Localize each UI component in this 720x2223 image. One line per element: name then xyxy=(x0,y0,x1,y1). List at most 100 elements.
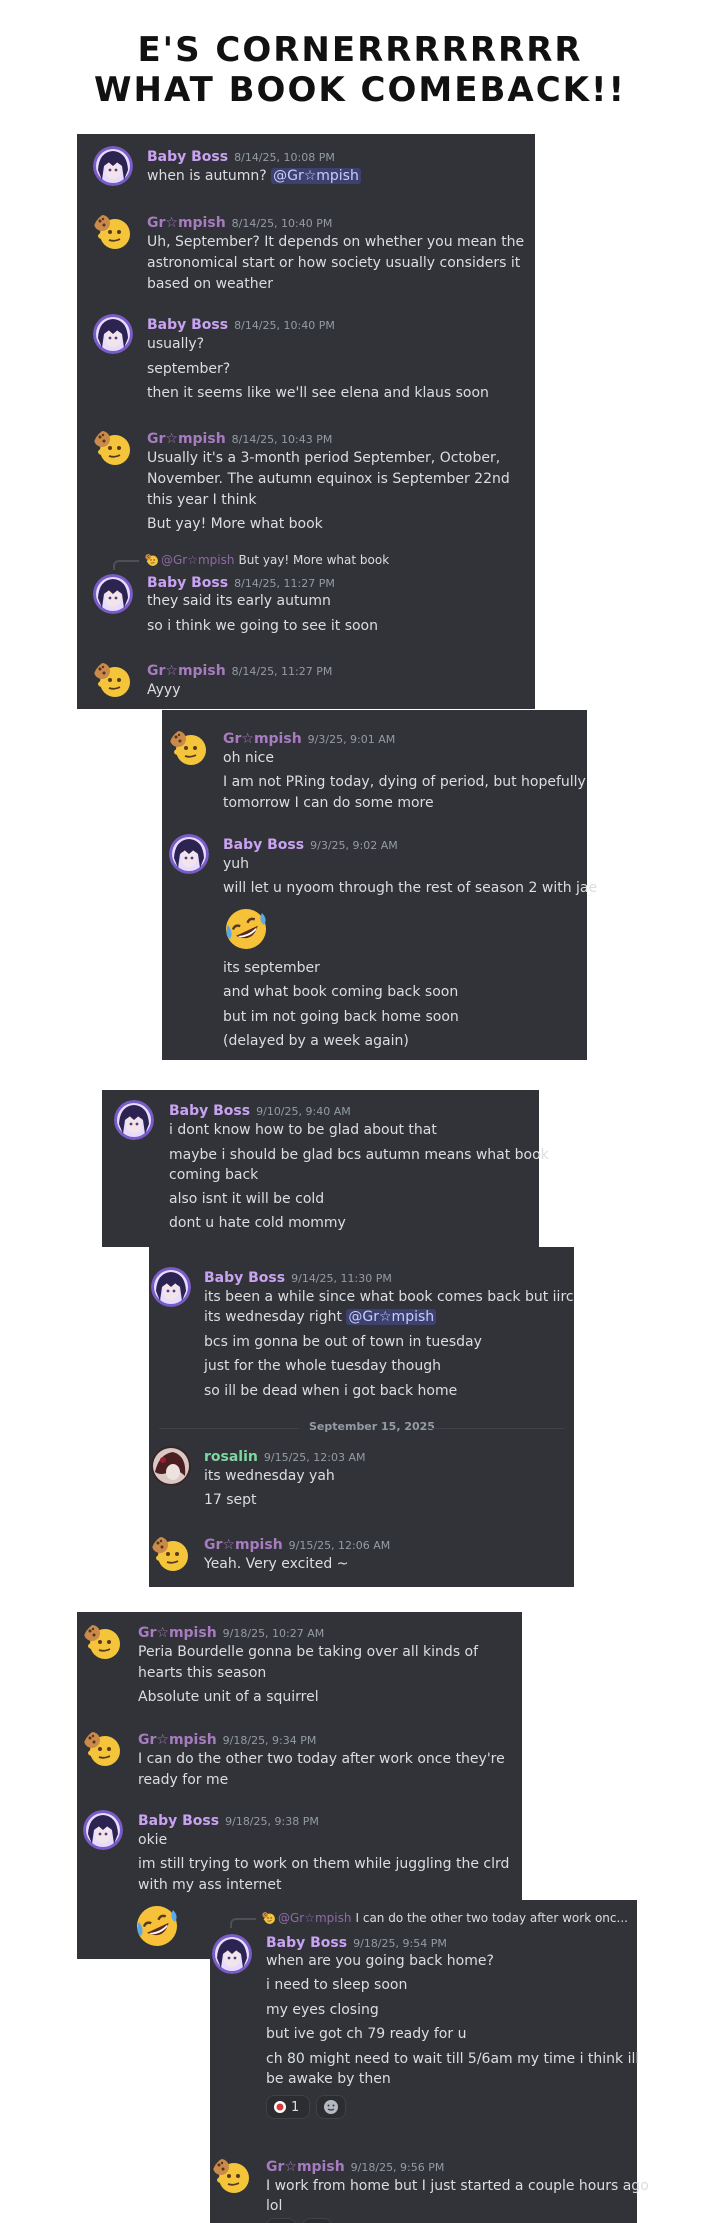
username[interactable]: Baby Boss xyxy=(138,1813,219,1829)
avatar[interactable] xyxy=(114,1100,154,1140)
message-text: But yay! More what book xyxy=(147,516,323,532)
rolling-on-floor-laughing-emoji-icon xyxy=(133,1902,181,1950)
message-text: dont u hate cold mommy xyxy=(169,1215,346,1231)
timestamp: 9/18/25, 10:27 AM xyxy=(222,1627,325,1640)
reply-reference[interactable]: @Gr☆mpish I can do the other two today af… xyxy=(262,1910,628,1926)
username[interactable]: Gr☆mpish xyxy=(204,1537,283,1553)
timestamp: 9/14/25, 11:30 PM xyxy=(291,1272,392,1285)
username[interactable]: Gr☆mpish xyxy=(147,663,226,679)
username[interactable]: Gr☆mpish xyxy=(138,1625,217,1641)
smiley-with-cookie-avatar-icon xyxy=(151,1534,191,1574)
avatar[interactable] xyxy=(169,834,209,874)
user-mention[interactable]: @Gr☆mpish xyxy=(346,1309,437,1325)
title-line-1: E'S CORNERRRRRRRR xyxy=(137,30,583,70)
message-text: will let u nyoom through the rest of sea… xyxy=(223,880,598,896)
reply-username: @Gr☆mpish xyxy=(161,553,235,567)
add-reaction-button[interactable] xyxy=(316,2095,346,2119)
anime-girl-avatar-icon xyxy=(83,1810,123,1850)
message-text: Uh, September? It depends on whether you… xyxy=(147,234,525,250)
message-text: and what book coming back soon xyxy=(223,984,459,1000)
username[interactable]: Baby Boss xyxy=(204,1270,285,1286)
smiley-with-cookie-avatar-icon xyxy=(83,1622,123,1662)
avatar[interactable] xyxy=(83,1729,123,1769)
avatar[interactable] xyxy=(93,146,133,186)
timestamp: 9/10/25, 9:40 AM xyxy=(256,1105,351,1118)
smiley-with-cookie-avatar-icon xyxy=(169,728,209,768)
anime-girl-avatar-icon xyxy=(169,834,209,874)
username[interactable]: Baby Boss xyxy=(147,149,228,165)
username[interactable]: Gr☆mpish xyxy=(147,431,226,447)
reply-username: @Gr☆mpish xyxy=(278,1911,352,1925)
timestamp: 9/3/25, 9:01 AM xyxy=(307,733,396,746)
username[interactable]: Baby Boss xyxy=(147,317,228,333)
smiley-with-cookie-avatar-icon xyxy=(83,1729,123,1769)
username[interactable]: Gr☆mpish xyxy=(266,2159,345,2175)
message-text: ready for me xyxy=(138,1772,229,1788)
message-text: Ayyy xyxy=(147,682,181,698)
avatar[interactable] xyxy=(169,728,209,768)
username[interactable]: Gr☆mpish xyxy=(147,215,226,231)
message-text: so ill be dead when i got back home xyxy=(204,1383,458,1399)
message-text: I am not PRing today, dying of period, b… xyxy=(223,774,586,790)
message-text: tomorrow I can do some more xyxy=(223,795,434,811)
message-text: just for the whole tuesday though xyxy=(204,1358,441,1374)
user-mention[interactable]: @Gr☆mpish xyxy=(271,168,361,184)
reply-reference[interactable]: @Gr☆mpish But yay! More what book xyxy=(145,552,389,568)
message-text: I can do the other two today after work … xyxy=(138,1751,505,1767)
avatar[interactable] xyxy=(212,2156,252,2196)
message-text: i need to sleep soon xyxy=(266,1977,408,1993)
smiley-with-cookie-avatar-icon xyxy=(262,1911,276,1925)
username[interactable]: Baby Boss xyxy=(147,575,228,591)
username[interactable]: Gr☆mpish xyxy=(138,1732,217,1748)
timestamp: 9/18/25, 9:38 PM xyxy=(225,1815,319,1828)
message-text: yuh xyxy=(223,856,250,872)
avatar[interactable] xyxy=(151,1267,191,1307)
message-text: then it seems like we'll see elena and k… xyxy=(147,385,489,401)
message-text: its been a while since what book comes b… xyxy=(204,1289,574,1305)
page-title: E'S CORNERRRRRRRR WHAT BOOK COMEBACK!! xyxy=(0,30,720,110)
avatar[interactable] xyxy=(212,1934,252,1974)
message-text: they said its early autumn xyxy=(147,593,331,609)
reaction-button[interactable] xyxy=(266,2218,296,2223)
chat-screenshot-6: @Gr☆mpish I can do the other two today af… xyxy=(210,1900,649,2223)
title-line-2: WHAT BOOK COMEBACK!! xyxy=(93,70,627,110)
chat-screenshot-4: Baby Boss 9/14/25, 11:30 PM its been a wh… xyxy=(149,1247,574,1587)
message-text: bcs im gonna be out of town in tuesday xyxy=(204,1334,482,1350)
timestamp: 8/14/25, 10:43 PM xyxy=(231,433,333,446)
username[interactable]: Baby Boss xyxy=(223,837,304,853)
message-text: ch 80 might need to wait till 5/6am my t… xyxy=(266,2051,640,2067)
avatar[interactable] xyxy=(151,1534,191,1574)
username[interactable]: rosalin xyxy=(204,1449,258,1465)
timestamp: 9/15/25, 12:03 AM xyxy=(263,1451,366,1464)
message-text: im still trying to work on them while ju… xyxy=(138,1856,510,1872)
avatar[interactable] xyxy=(93,212,133,252)
username[interactable]: Gr☆mpish xyxy=(223,731,302,747)
username[interactable]: Baby Boss xyxy=(169,1103,250,1119)
timestamp: 8/14/25, 10:08 PM xyxy=(234,151,335,164)
message-text: usually? xyxy=(147,336,205,352)
avatar[interactable] xyxy=(93,574,133,614)
red-circle-emoji-icon xyxy=(274,2101,286,2113)
date-divider: September 15, 2025 xyxy=(149,1420,574,1436)
username[interactable]: Baby Boss xyxy=(266,1935,347,1951)
avatar[interactable] xyxy=(93,660,133,700)
timestamp: 9/18/25, 9:34 PM xyxy=(222,1734,317,1747)
reply-connector xyxy=(230,1918,256,1928)
avatar[interactable] xyxy=(93,314,133,354)
message-text: okie xyxy=(138,1832,168,1848)
avatar[interactable] xyxy=(93,428,133,468)
message-text: be awake by then xyxy=(266,2071,391,2087)
avatar[interactable] xyxy=(83,1810,123,1850)
message-text: when is autumn? xyxy=(147,168,267,184)
message-text: oh nice xyxy=(223,750,274,766)
avatar[interactable] xyxy=(151,1446,191,1486)
rolling-on-floor-laughing-emoji-icon xyxy=(222,905,270,953)
message-text: coming back xyxy=(169,1167,259,1183)
avatar[interactable] xyxy=(83,1622,123,1662)
message-text: based on weather xyxy=(147,276,273,292)
reaction-button[interactable]: 1 xyxy=(266,2095,310,2119)
reaction-button[interactable] xyxy=(302,2218,332,2223)
timestamp: 9/15/25, 12:06 AM xyxy=(288,1539,391,1552)
reply-preview: But yay! More what book xyxy=(238,553,390,567)
timestamp: 8/14/25, 10:40 PM xyxy=(231,217,333,230)
